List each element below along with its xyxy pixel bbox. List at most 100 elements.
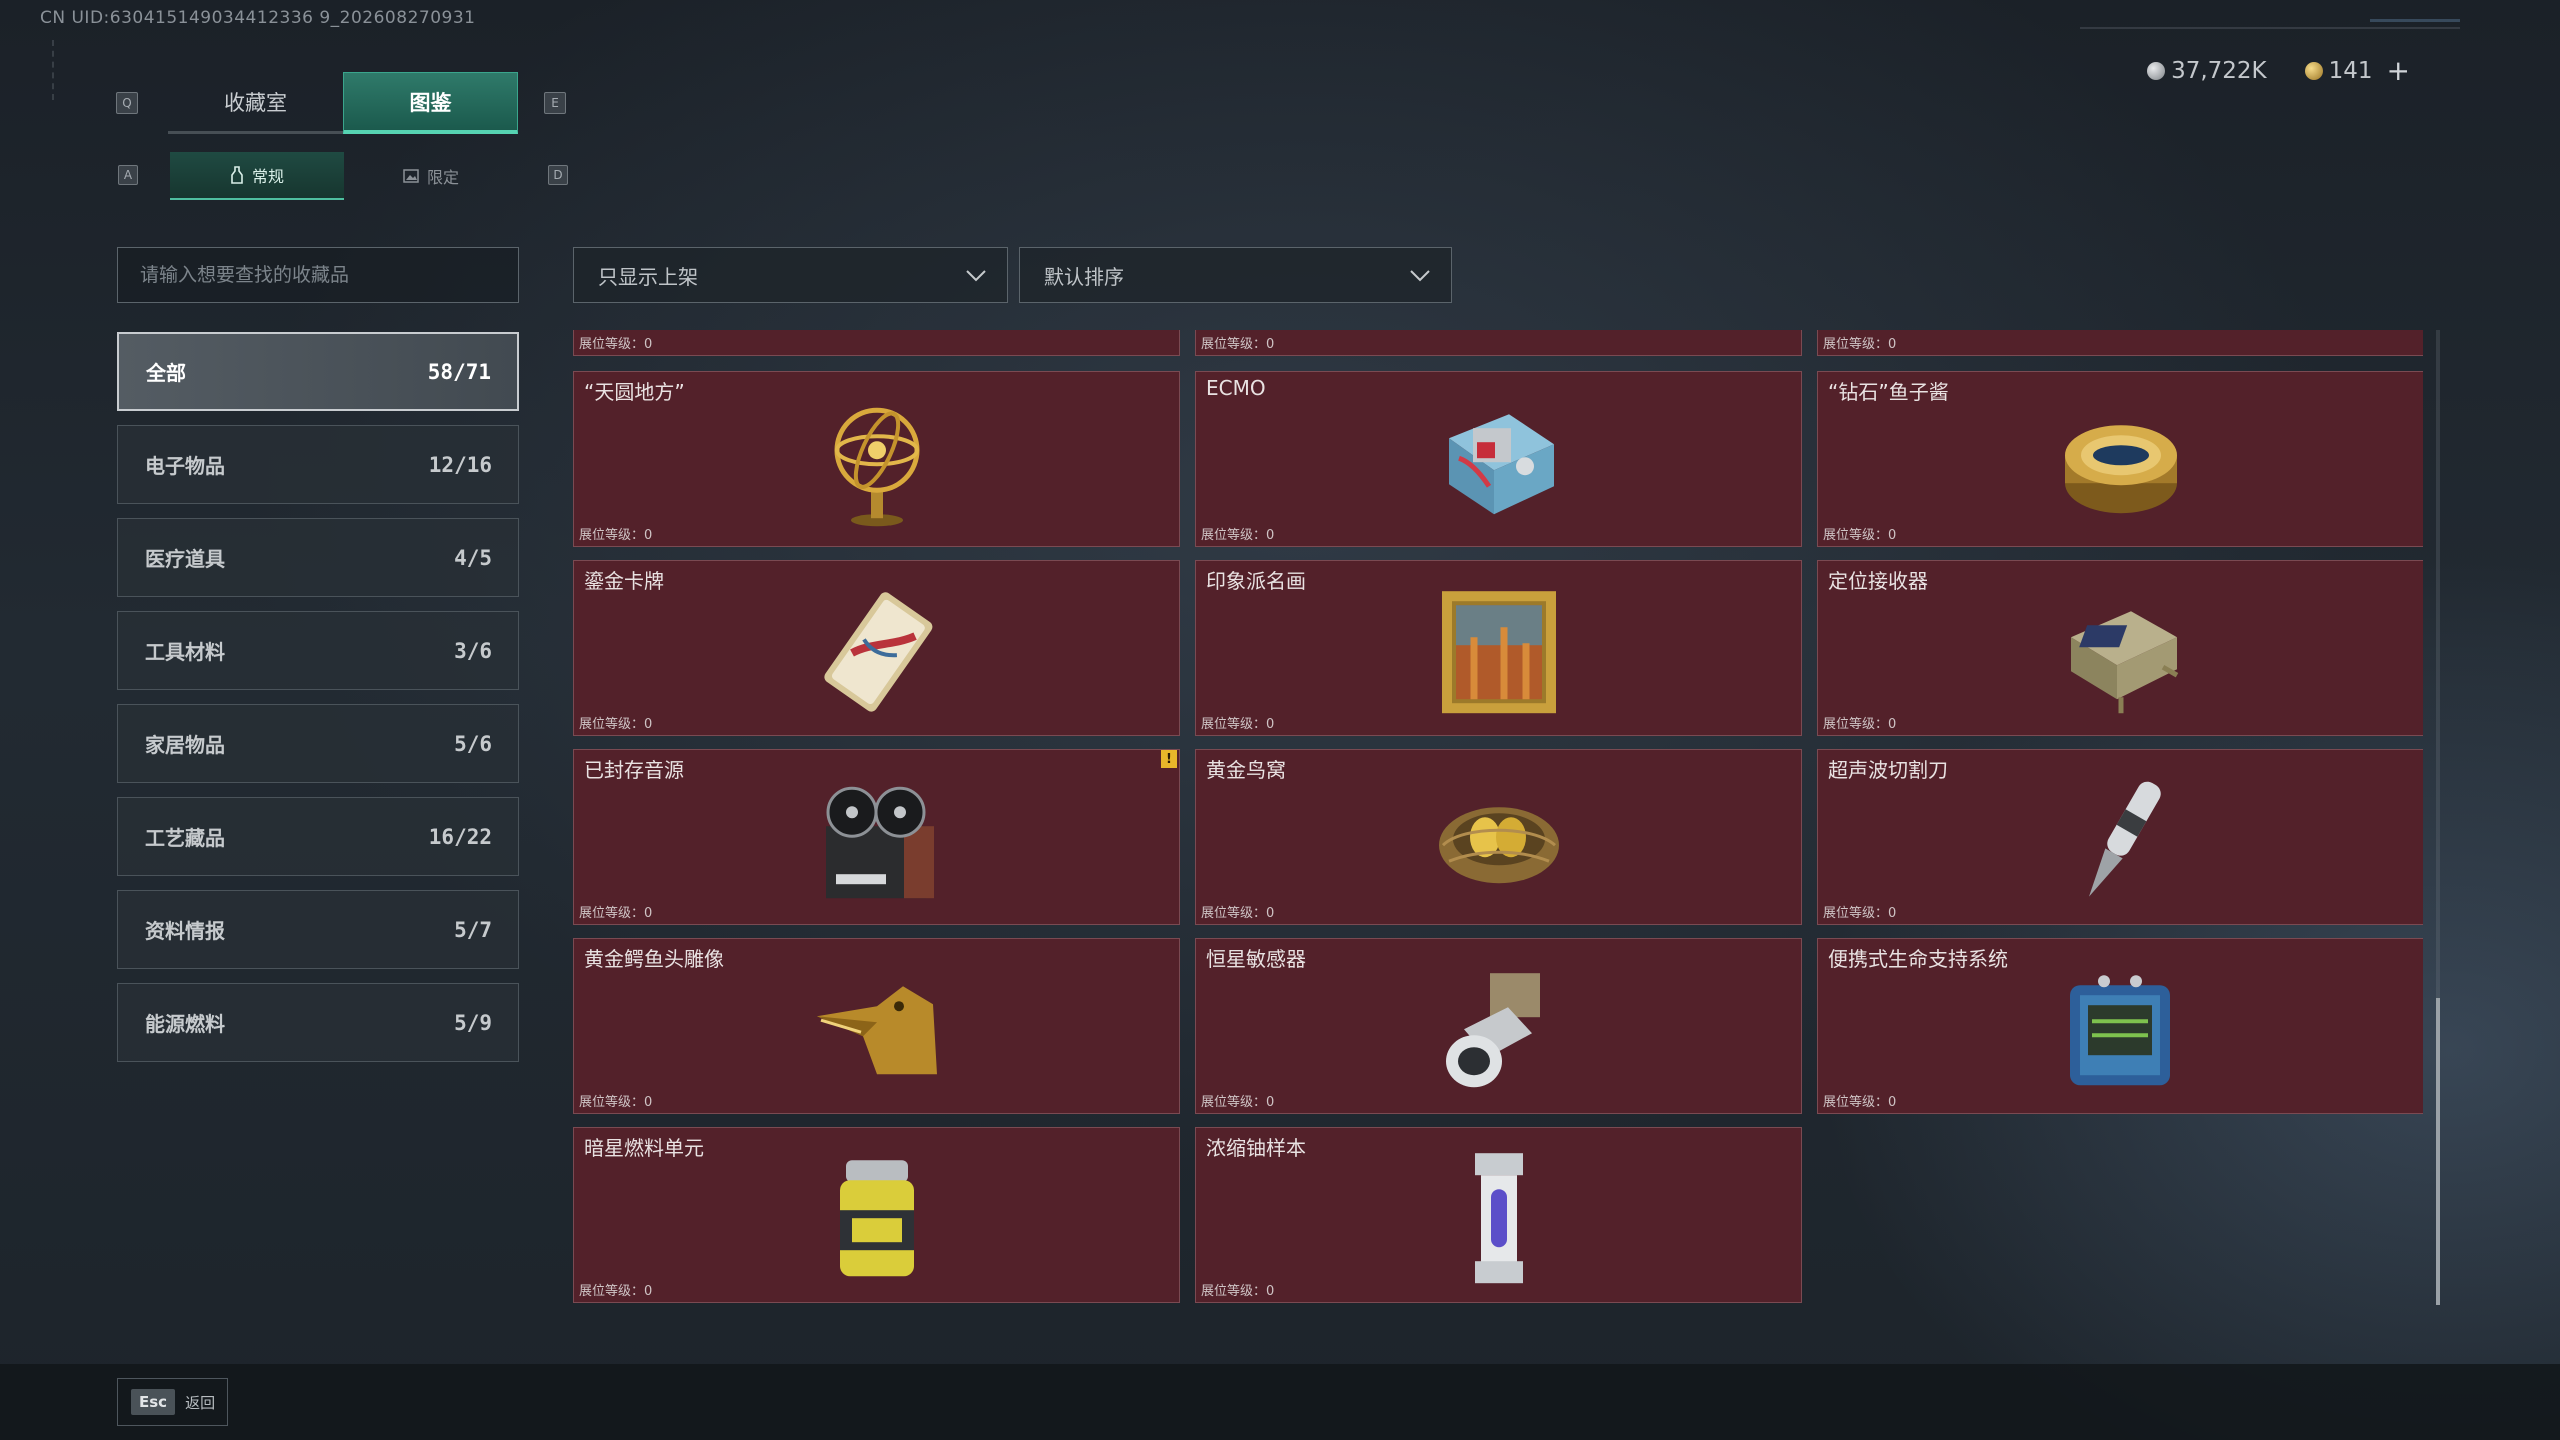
category-label: 全部 bbox=[146, 361, 186, 385]
item-card-reel-recorder[interactable]: 已封存音源 ! 展位等级：0 bbox=[573, 749, 1180, 925]
category-count: 5/9 bbox=[454, 1010, 492, 1035]
item-card-ultrasonic-knife[interactable]: 超声波切割刀 展位等级：0 bbox=[1817, 749, 2423, 925]
gold-amount: 141 bbox=[2328, 57, 2373, 84]
booth-level: 展位等级：0 bbox=[1823, 717, 1897, 732]
category-medical[interactable]: 医疗道具 4/5 bbox=[117, 518, 519, 597]
fuel-canister-icon bbox=[802, 1149, 952, 1289]
category-electronics[interactable]: 电子物品 12/16 bbox=[117, 425, 519, 504]
booth-level: 展位等级：0 bbox=[1201, 337, 1275, 352]
header-deco-line bbox=[2080, 27, 2460, 29]
category-all[interactable]: 全部 58/71 bbox=[117, 332, 519, 411]
category-label: 工具材料 bbox=[145, 640, 225, 664]
back-button[interactable]: Esc 返回 bbox=[117, 1378, 228, 1426]
main-tabs: 收藏室 图鉴 bbox=[168, 72, 518, 134]
tab-codex[interactable]: 图鉴 bbox=[343, 72, 518, 134]
subtab-limited[interactable]: 限定 bbox=[344, 152, 518, 200]
category-intel[interactable]: 资料情报 5/7 bbox=[117, 890, 519, 969]
bottom-bar bbox=[0, 1364, 2560, 1440]
item-name: ECMO bbox=[1206, 376, 1266, 400]
reel-tape-recorder-icon bbox=[802, 771, 952, 911]
booth-level: 展位等级：0 bbox=[1823, 528, 1897, 543]
silver-coin-icon bbox=[2147, 61, 2166, 80]
add-currency-button[interactable]: + bbox=[2387, 54, 2410, 87]
item-card-golden-crocodile[interactable]: 黄金鳄鱼头雕像 展位等级：0 bbox=[573, 938, 1180, 1114]
ecmo-machine-icon bbox=[1424, 393, 1574, 533]
locator-receiver-icon bbox=[2046, 582, 2196, 722]
key-e-hint: E bbox=[544, 92, 566, 114]
silver-currency: 37,722K bbox=[2147, 58, 2267, 84]
subtab-regular[interactable]: 常规 bbox=[170, 152, 344, 200]
item-name: 便携式生命支持系统 bbox=[1828, 947, 2008, 971]
category-energy[interactable]: 能源燃料 5/9 bbox=[117, 983, 519, 1062]
category-tools[interactable]: 工具材料 3/6 bbox=[117, 611, 519, 690]
booth-level: 展位等级：0 bbox=[579, 337, 653, 352]
item-card-gilded-card[interactable]: 鎏金卡牌 展位等级：0 bbox=[573, 560, 1180, 736]
item-name: 黄金鳄鱼头雕像 bbox=[584, 947, 724, 971]
framed-painting-icon bbox=[1424, 582, 1574, 722]
item-card-life-support[interactable]: 便携式生命支持系统 展位等级：0 bbox=[1817, 938, 2423, 1114]
shelf-filter-dropdown[interactable]: 只显示上架 bbox=[573, 247, 1008, 303]
item-card-golden-nest[interactable]: 黄金鸟窝 展位等级：0 bbox=[1195, 749, 1802, 925]
category-count: 5/6 bbox=[454, 731, 492, 756]
item-card-painting[interactable]: 印象派名画 展位等级：0 bbox=[1195, 560, 1802, 736]
gold-coin-icon bbox=[2304, 61, 2323, 80]
booth-level: 展位等级：0 bbox=[1201, 906, 1275, 921]
category-crafts[interactable]: 工艺藏品 16/22 bbox=[117, 797, 519, 876]
bottle-icon bbox=[231, 166, 243, 184]
search-box bbox=[117, 247, 519, 303]
category-label: 资料情报 bbox=[145, 919, 225, 943]
tab-label: 收藏室 bbox=[224, 90, 287, 115]
dropdown-value: 默认排序 bbox=[1044, 264, 1124, 289]
search-input[interactable] bbox=[140, 264, 496, 286]
alert-badge: ! bbox=[1161, 750, 1177, 768]
booth-level: 展位等级：0 bbox=[579, 717, 653, 732]
esc-key-hint: Esc bbox=[131, 1389, 176, 1415]
chevron-down-icon bbox=[966, 270, 986, 282]
item-card-armillary[interactable]: “天圆地方” 展位等级：0 bbox=[573, 371, 1180, 547]
golden-nest-icon bbox=[1424, 771, 1574, 911]
item-name: “天圆地方” bbox=[584, 380, 685, 404]
picture-icon bbox=[403, 169, 419, 183]
item-card[interactable]: 展位等级：0 bbox=[1195, 330, 1802, 356]
item-name: 鎏金卡牌 bbox=[584, 569, 664, 593]
gilded-card-icon bbox=[802, 582, 952, 722]
item-card-locator[interactable]: 定位接收器 展位等级：0 bbox=[1817, 560, 2423, 736]
item-card-star-sensor[interactable]: 恒星敏感器 展位等级：0 bbox=[1195, 938, 1802, 1114]
category-household[interactable]: 家居物品 5/6 bbox=[117, 704, 519, 783]
item-name: 定位接收器 bbox=[1828, 569, 1928, 593]
currency-bar: 37,722K 141 + bbox=[2119, 54, 2410, 87]
category-list: 全部 58/71 电子物品 12/16 医疗道具 4/5 工具材料 3/6 家居物品 5/… bbox=[117, 332, 519, 1076]
tab-collection-room[interactable]: 收藏室 bbox=[168, 72, 343, 134]
armillary-sphere-icon bbox=[802, 393, 952, 533]
item-card[interactable]: 展位等级：0 bbox=[573, 330, 1180, 356]
booth-level: 展位等级：0 bbox=[1201, 528, 1275, 543]
life-support-icon bbox=[2046, 960, 2196, 1100]
category-count: 5/7 bbox=[454, 917, 492, 942]
sort-dropdown[interactable]: 默认排序 bbox=[1019, 247, 1452, 303]
booth-level: 展位等级：0 bbox=[1823, 337, 1897, 352]
item-card-caviar[interactable]: “钻石”鱼子酱 展位等级：0 bbox=[1817, 371, 2423, 547]
chevron-down-icon bbox=[1410, 270, 1430, 282]
booth-level: 展位等级：0 bbox=[1823, 906, 1897, 921]
header-deco-accent bbox=[2370, 19, 2460, 22]
subtab-label: 常规 bbox=[251, 167, 284, 186]
category-count: 3/6 bbox=[454, 638, 492, 663]
item-card-uranium-sample[interactable]: 浓缩铀样本 展位等级：0 bbox=[1195, 1127, 1802, 1303]
item-card-fuel-unit[interactable]: 暗星燃料单元 展位等级：0 bbox=[573, 1127, 1180, 1303]
category-label: 医疗道具 bbox=[145, 547, 225, 571]
item-name: 黄金鸟窝 bbox=[1206, 758, 1286, 782]
category-count: 12/16 bbox=[428, 452, 492, 477]
item-card[interactable]: 展位等级：0 bbox=[1817, 330, 2423, 356]
scrollbar-thumb[interactable] bbox=[2436, 998, 2440, 1305]
booth-level: 展位等级：0 bbox=[1201, 1095, 1275, 1110]
category-count: 58/71 bbox=[427, 359, 491, 384]
item-name: 印象派名画 bbox=[1206, 569, 1306, 593]
silver-amount: 37,722K bbox=[2171, 57, 2267, 84]
category-label: 家居物品 bbox=[145, 733, 225, 757]
item-card-ecmo[interactable]: ECMO 展位等级：0 bbox=[1195, 371, 1802, 547]
tab-label: 图鉴 bbox=[409, 90, 452, 115]
subtab-label: 限定 bbox=[426, 168, 459, 187]
grid-scrollbar[interactable] bbox=[2436, 330, 2440, 1305]
golden-crocodile-icon bbox=[802, 960, 952, 1100]
booth-level: 展位等级：0 bbox=[579, 906, 653, 921]
